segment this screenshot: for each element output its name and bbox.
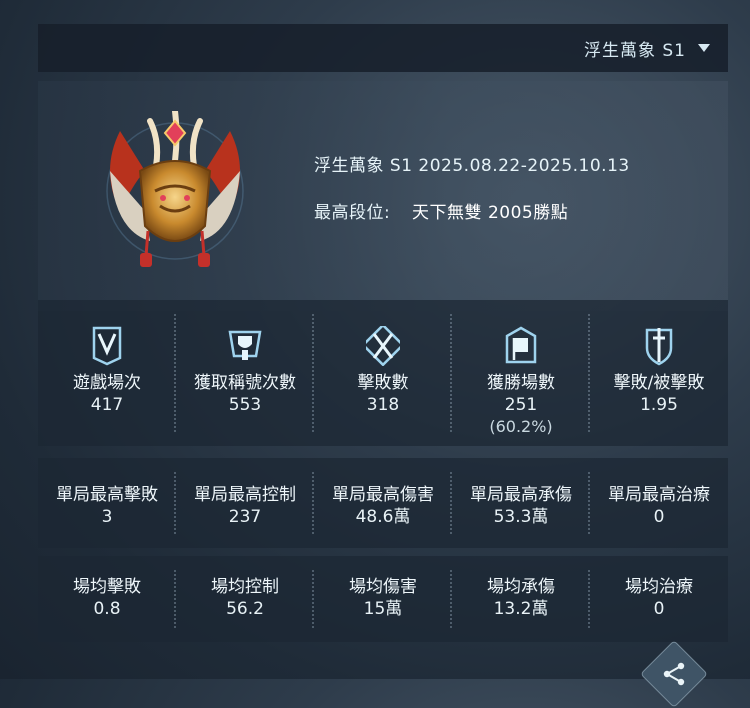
stat-label: 場均承傷 [487, 577, 555, 597]
stat-value: 13.2萬 [493, 599, 549, 619]
stat-label: 場均治療 [625, 577, 693, 597]
avg-damage-taken: 場均承傷 13.2萬 [452, 556, 590, 642]
victory-flag-icon [505, 326, 537, 364]
stat-label: 單局最高控制 [194, 485, 296, 505]
best-kills: 單局最高擊敗 3 [38, 458, 176, 548]
stat-value: 251 [504, 395, 538, 415]
win-rate: (60.2%) [489, 417, 553, 436]
stat-label: 獲取稱號次數 [194, 373, 296, 393]
stat-label: 單局最高治療 [608, 485, 710, 505]
stat-label: 擊敗數 [357, 373, 409, 393]
highest-rank-value: 天下無雙 2005勝點 [412, 203, 569, 223]
single-match-best: 單局最高擊敗 3 單局最高控制 237 單局最高傷害 48.6萬 單局最高承傷 … [38, 458, 728, 548]
stat-value: 1.95 [640, 395, 678, 415]
stat-titles-earned: 獲取稱號次數 553 [176, 300, 314, 446]
stat-wins: 獲勝場數 251 (60.2%) [452, 300, 590, 446]
avg-kills: 場均擊敗 0.8 [38, 556, 176, 642]
main-stats: 遊戲場次 417 獲取稱號次數 553 擊敗數 318 獲勝場數 251 (60… [38, 300, 728, 446]
rank-emblem-icon [106, 111, 244, 267]
stat-label: 遊戲場次 [73, 373, 141, 393]
stat-value: 0 [653, 599, 665, 619]
stat-label: 場均擊敗 [73, 577, 141, 597]
crossed-swords-icon [366, 326, 400, 366]
stat-label: 場均傷害 [349, 577, 417, 597]
stat-value: 3 [101, 507, 113, 527]
share-icon [663, 662, 685, 686]
stat-value: 417 [90, 395, 124, 415]
share-button[interactable] [640, 640, 708, 708]
avg-control: 場均控制 56.2 [176, 556, 314, 642]
stat-value: 15萬 [363, 599, 403, 619]
stat-kills: 擊敗數 318 [314, 300, 452, 446]
best-damage-taken: 單局最高承傷 53.3萬 [452, 458, 590, 548]
stat-value: 0.8 [93, 599, 121, 619]
stat-value: 56.2 [226, 599, 264, 619]
stat-value: 0 [653, 507, 665, 527]
stat-games-played: 遊戲場次 417 [38, 300, 176, 446]
season-stats-panel: 浮生萬象 S1 浮生萬象 S1 2025.08.22-2025.10.13 最高… [38, 24, 728, 644]
avg-damage: 場均傷害 15萬 [314, 556, 452, 642]
chevron-down-icon[interactable] [698, 44, 710, 52]
sword-shield-icon [645, 328, 673, 366]
banner-icon [92, 326, 122, 366]
stat-label: 場均控制 [211, 577, 279, 597]
per-game-averages: 場均擊敗 0.8 場均控制 56.2 場均傷害 15萬 場均承傷 13.2萬 場… [38, 556, 728, 642]
season-selector-label: 浮生萬象 S1 [583, 40, 686, 61]
best-damage: 單局最高傷害 48.6萬 [314, 458, 452, 548]
avg-healing: 場均治療 0 [590, 556, 728, 642]
stat-value: 53.3萬 [493, 507, 549, 527]
stat-label: 單局最高承傷 [470, 485, 572, 505]
stat-value: 48.6萬 [355, 507, 411, 527]
season-selector[interactable]: 浮生萬象 S1 [38, 24, 728, 72]
season-range: 浮生萬象 S1 2025.08.22-2025.10.13 [314, 156, 630, 176]
best-control: 單局最高控制 237 [176, 458, 314, 548]
best-healing: 單局最高治療 0 [590, 458, 728, 548]
stat-value: 318 [366, 395, 400, 415]
title-trophy-icon [228, 330, 262, 360]
stat-label: 擊敗/被擊敗 [613, 373, 705, 393]
stat-label: 單局最高擊敗 [56, 485, 158, 505]
highest-rank: 最高段位: 天下無雙 2005勝點 [314, 200, 630, 226]
stat-value: 237 [228, 507, 262, 527]
season-summary: 浮生萬象 S1 2025.08.22-2025.10.13 最高段位: 天下無雙… [38, 81, 728, 311]
stat-value: 553 [228, 395, 262, 415]
stat-label: 單局最高傷害 [332, 485, 434, 505]
highest-rank-label: 最高段位: [314, 203, 391, 223]
stat-kd-ratio: 擊敗/被擊敗 1.95 [590, 300, 728, 446]
stat-label: 獲勝場數 [487, 373, 555, 393]
